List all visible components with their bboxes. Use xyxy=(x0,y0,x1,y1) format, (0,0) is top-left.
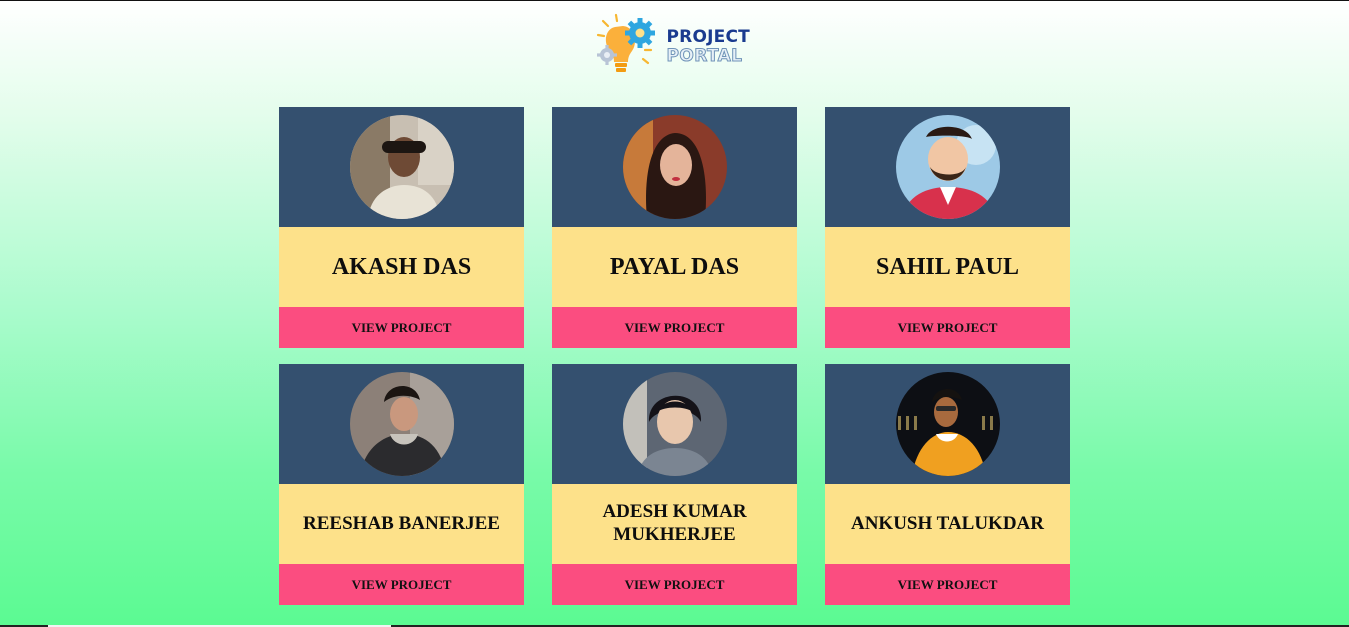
profile-card: SAHIL PAUL VIEW PROJECT xyxy=(825,107,1070,348)
profile-name: ADESH KUMAR MUKHERJEE xyxy=(602,501,747,545)
logo-line-2: PORTAL xyxy=(666,46,743,66)
avatar xyxy=(895,115,1000,219)
profile-card: ANKUSH TALUKDAR VIEW PROJECT xyxy=(825,364,1070,605)
view-project-button[interactable]: VIEW PROJECT xyxy=(825,564,1070,605)
avatar xyxy=(895,372,1000,476)
avatar xyxy=(349,372,454,476)
card-avatar-panel xyxy=(552,364,797,484)
profile-name: PAYAL DAS xyxy=(609,254,740,280)
view-project-button[interactable]: VIEW PROJECT xyxy=(825,307,1070,348)
card-avatar-panel xyxy=(825,364,1070,484)
avatar xyxy=(349,115,454,219)
card-avatar-panel xyxy=(279,107,524,227)
card-avatar-panel xyxy=(279,364,524,484)
lightbulb-gear-icon xyxy=(596,13,655,72)
profile-card: AKASH DAS VIEW PROJECT xyxy=(279,107,524,348)
view-project-button[interactable]: VIEW PROJECT xyxy=(279,307,524,348)
card-avatar-panel xyxy=(552,107,797,227)
view-project-button[interactable]: VIEW PROJECT xyxy=(279,564,524,605)
profile-card: ADESH KUMAR MUKHERJEE VIEW PROJECT xyxy=(552,364,797,605)
profile-name: ANKUSH TALUKDAR xyxy=(850,512,1044,534)
project-portal-logo[interactable]: PROJECT PORTAL xyxy=(595,13,755,81)
card-name-panel: ANKUSH TALUKDAR xyxy=(825,484,1070,564)
profile-card: REESHAB BANERJEE VIEW PROJECT xyxy=(279,364,524,605)
card-name-panel: REESHAB BANERJEE xyxy=(279,484,524,564)
profile-name: SAHIL PAUL xyxy=(876,254,1019,280)
view-project-button[interactable]: VIEW PROJECT xyxy=(552,307,797,348)
card-name-panel: SAHIL PAUL xyxy=(825,227,1070,307)
logo-wordmark: PROJECT PORTAL xyxy=(666,27,750,66)
view-project-button[interactable]: VIEW PROJECT xyxy=(552,564,797,605)
card-name-panel: AKASH DAS xyxy=(279,227,524,307)
profile-card: PAYAL DAS VIEW PROJECT xyxy=(552,107,797,348)
card-avatar-panel xyxy=(825,107,1070,227)
card-name-panel: ADESH KUMAR MUKHERJEE xyxy=(552,484,797,564)
site-header: PROJECT PORTAL xyxy=(0,1,1349,107)
profile-name: REESHAB BANERJEE xyxy=(303,512,500,534)
avatar xyxy=(622,372,727,476)
card-name-panel: PAYAL DAS xyxy=(552,227,797,307)
profile-name: AKASH DAS xyxy=(331,254,472,280)
avatar xyxy=(622,115,727,219)
profile-grid: AKASH DAS VIEW PROJECT PAYAL DAS VIEW PR… xyxy=(279,107,1070,605)
logo-line-1: PROJECT xyxy=(666,27,750,47)
